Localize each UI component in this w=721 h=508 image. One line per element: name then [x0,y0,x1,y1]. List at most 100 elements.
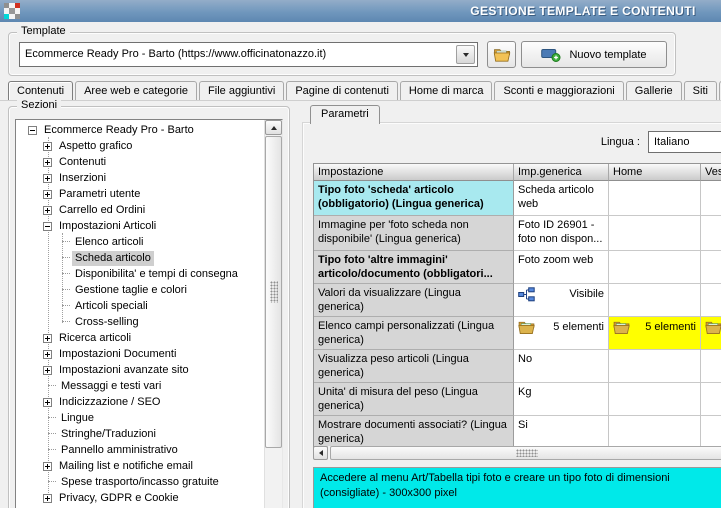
tree-scrollbar-thumb[interactable] [265,136,282,448]
tree-item-stringhe-traduzioni[interactable]: Stringhe/Traduzioni [16,426,265,442]
tree-item-label[interactable]: Impostazioni Documenti [56,347,179,362]
open-template-button[interactable] [487,41,516,68]
tree-item-mailing-list[interactable]: Mailing list e notifiche email [16,458,265,474]
tree-item-impostazioni-avanzate[interactable]: Impostazioni avanzate sito [16,362,265,378]
setting-value-home[interactable] [609,181,701,216]
tree-item-messaggi[interactable]: Messaggi e testi vari [16,378,265,394]
tree-item-impostazioni-documenti[interactable]: Impostazioni Documenti [16,346,265,362]
tab-parametri[interactable]: Parametri [310,105,380,124]
collapse-icon[interactable] [43,221,52,231]
expand-icon[interactable] [43,365,52,375]
setting-value-vespa[interactable] [701,181,721,216]
tree-item-label[interactable]: Stringhe/Traduzioni [58,427,159,442]
tree-item-label[interactable]: Elenco articoli [72,235,146,250]
template-select[interactable]: Ecommerce Ready Pro - Barto (https://www… [19,42,478,67]
setting-value-home[interactable] [609,216,701,251]
expand-icon[interactable] [43,461,52,471]
expand-icon[interactable] [43,173,52,183]
tree-item-elenco-articoli[interactable]: Elenco articoli [16,234,265,250]
setting-label[interactable]: Elenco campi personalizzati (Lingua gene… [314,317,514,350]
tree-item-gestione-taglie[interactable]: Gestione taglie e colori [16,282,265,298]
setting-value-vespa[interactable] [701,251,721,284]
setting-value-generica[interactable]: Foto ID 26901 - foto non dispon... [514,216,609,251]
setting-value-home[interactable]: 5 elementi [609,317,701,350]
lingua-select[interactable]: Italiano [648,131,721,153]
setting-label[interactable]: Immagine per 'foto scheda non disponibil… [314,216,514,251]
tree-scrollbar[interactable] [264,120,282,508]
hscrollbar-track[interactable] [328,446,721,460]
tree-item-lingue[interactable]: Lingue [16,410,265,426]
expand-icon[interactable] [43,349,52,359]
tree-item-inserzioni[interactable]: Inserzioni [16,170,265,186]
expand-icon[interactable] [43,333,52,343]
tree-item-aspetto-grafico[interactable]: Aspetto grafico [16,138,265,154]
template-dropdown-button[interactable] [456,45,475,64]
tree-item-scheda-articolo[interactable]: Scheda articolo [16,250,265,266]
tree-item-label[interactable]: Aspetto grafico [56,139,135,154]
setting-value-generica[interactable]: Kg [514,383,609,416]
setting-value-vespa[interactable] [701,216,721,251]
tree-item-pannello-amministrativo[interactable]: Pannello amministrativo [16,442,265,458]
collapse-icon[interactable] [28,125,37,135]
tree-item-spese-trasporto[interactable]: Spese trasporto/incasso gratuite [16,474,265,490]
tree-item-label[interactable]: Mailing list e notifiche email [56,459,196,474]
tree-item-articoli-speciali[interactable]: Articoli speciali [16,298,265,314]
setting-value-generica[interactable]: Foto zoom web [514,251,609,284]
setting-value-vespa[interactable] [701,383,721,416]
tree-item-label[interactable]: Messaggi e testi vari [58,379,164,394]
tree-item-impostazioni-articoli[interactable]: Impostazioni Articoli [16,218,265,234]
tree-item-label[interactable]: Articoli speciali [72,299,151,314]
tab-file-aggiuntivi[interactable]: File aggiuntivi [199,81,285,101]
setting-label[interactable]: Unita' di misura del peso (Lingua generi… [314,383,514,416]
tree-item-label[interactable]: Lingue [58,411,97,426]
tab-home-di-marca[interactable]: Home di marca [399,81,493,101]
tree-item-label[interactable]: Spese trasporto/incasso gratuite [58,475,222,490]
tab-sconti-e-maggiorazioni[interactable]: Sconti e maggiorazioni [494,81,624,101]
tree-item-cross-selling[interactable]: Cross-selling [16,314,265,330]
tab-pagine-di-contenuti[interactable]: Pagine di contenuti [286,81,398,101]
tree-item-root[interactable]: Ecommerce Ready Pro - Barto [16,122,265,138]
table-hscrollbar[interactable] [313,446,721,460]
tree-item-label[interactable]: Impostazioni Articoli [56,219,159,234]
expand-icon[interactable] [43,141,52,151]
tree-item-contenuti[interactable]: Contenuti [16,154,265,170]
expand-icon[interactable] [43,493,52,503]
scroll-up-button[interactable] [265,120,282,135]
tree-item-label[interactable]: Privacy, GDPR e Cookie [56,491,182,506]
setting-value-generica[interactable]: Visibile [514,284,609,317]
tree-item-label[interactable]: Disponibilita' e tempi di consegna [72,267,241,282]
tree-item-indicizzazione-seo[interactable]: Indicizzazione / SEO [16,394,265,410]
tab-aree-web-e-categorie[interactable]: Aree web e categorie [75,81,198,101]
expand-icon[interactable] [43,157,52,167]
tab-contenuti[interactable]: Contenuti [8,81,74,101]
tree-item-carrello-ed-ordini[interactable]: Carrello ed Ordini [16,202,265,218]
hscrollbar-thumb[interactable] [330,446,721,460]
setting-label[interactable]: Tipo foto 'scheda' articolo (obbligatori… [314,181,514,216]
tree-item-label[interactable]: Impostazioni avanzate sito [56,363,192,378]
new-template-button[interactable]: Nuovo template [521,41,667,68]
tree-item-label[interactable]: Ecommerce Ready Pro - Barto [41,123,197,138]
setting-label[interactable]: Visualizza peso articoli (Lingua generic… [314,350,514,383]
tree-item-privacy-gdpr[interactable]: Privacy, GDPR e Cookie [16,490,265,506]
tree-item-parametri-utente[interactable]: Parametri utente [16,186,265,202]
tree-item-label[interactable]: Carrello ed Ordini [56,203,148,218]
expand-icon[interactable] [43,205,52,215]
tree-item-label-selected[interactable]: Scheda articolo [72,250,154,266]
scroll-left-button[interactable] [313,446,328,460]
setting-value-generica[interactable]: Scheda articolo web [514,181,609,216]
tree-item-label[interactable]: Parametri utente [56,187,143,202]
tree-item-label[interactable]: Contenuti [56,155,109,170]
setting-value-home[interactable] [609,383,701,416]
tab-siti[interactable]: Siti [683,81,717,101]
tab-gallerie[interactable]: Gallerie [625,81,682,101]
tree-item-label[interactable]: Gestione taglie e colori [72,283,190,298]
tree-item-label[interactable]: Indicizzazione / SEO [56,395,164,410]
setting-value-generica[interactable]: 5 elementi [514,317,609,350]
setting-value-home[interactable] [609,350,701,383]
setting-value-vespa[interactable] [701,284,721,317]
expand-icon[interactable] [43,397,52,407]
setting-value-home[interactable] [609,284,701,317]
tree-item-label[interactable]: Inserzioni [56,171,109,186]
setting-value-vespa[interactable] [701,350,721,383]
tree-item-label[interactable]: Pannello amministrativo [58,443,181,458]
